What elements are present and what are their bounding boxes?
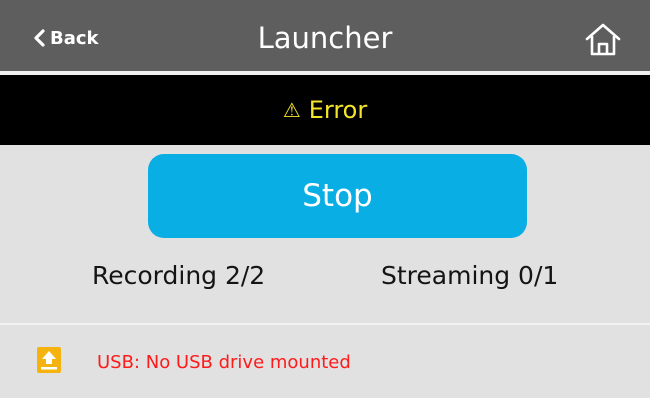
home-icon[interactable] xyxy=(582,20,624,60)
error-banner: ⚠ Error xyxy=(0,75,650,145)
warning-icon: ⚠ xyxy=(282,98,301,122)
page-title: Launcher xyxy=(257,21,393,55)
streaming-status: Streaming 0/1 xyxy=(381,261,559,290)
upload-icon xyxy=(37,347,61,373)
usb-status-message: USB: No USB drive mounted xyxy=(97,352,351,373)
stop-button[interactable]: Stop xyxy=(148,154,527,238)
divider xyxy=(0,323,650,325)
header-bar: Back Launcher xyxy=(0,0,650,75)
recording-status: Recording 2/2 xyxy=(92,261,266,290)
error-label: Error xyxy=(308,96,368,124)
